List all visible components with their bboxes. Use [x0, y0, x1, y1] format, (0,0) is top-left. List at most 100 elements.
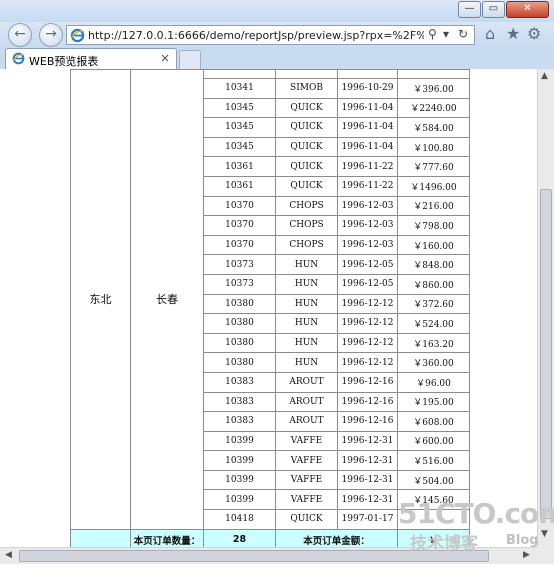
- amount-cell: ￥1496.00: [397, 175, 470, 197]
- order-date-cell: 1996-12-31: [337, 450, 398, 471]
- order-id-cell: 10383: [203, 411, 276, 432]
- search-icon[interactable]: ⚲: [428, 27, 437, 41]
- order-date-cell: 1996-11-04: [337, 117, 398, 138]
- table-row-partial: 东北 长春: [70, 69, 470, 530]
- amount-cell: ￥372.60: [397, 293, 470, 315]
- home-icon[interactable]: ⌂: [485, 24, 495, 43]
- ie-tab-icon: [12, 52, 25, 65]
- tab-bar: WEB预览报表 ×: [0, 48, 554, 69]
- order-date-cell: 1996-12-31: [337, 489, 398, 511]
- tab-title: WEB预览报表: [29, 55, 99, 68]
- order-date-cell: 1996-12-05: [337, 273, 398, 295]
- tab-web-preview-report[interactable]: WEB预览报表 ×: [5, 48, 177, 69]
- amount-cell: ￥798.00: [397, 215, 470, 236]
- amount-cell: ￥848.00: [397, 254, 470, 275]
- customer-cell: AROUT: [275, 391, 338, 413]
- order-id-cell: 10341: [203, 78, 276, 99]
- order-date-cell: 1996-10-29: [337, 78, 398, 99]
- amount-cell: ￥777.60: [397, 156, 470, 177]
- customer-cell: CHOPS: [275, 234, 338, 256]
- amount-cell: ￥216.00: [397, 195, 470, 217]
- customer-cell: HUN: [275, 293, 338, 315]
- customer-cell: HUN: [275, 254, 338, 275]
- order-id-cell: 10345: [203, 136, 276, 158]
- scroll-down-arrow-icon[interactable]: ▼: [541, 529, 548, 539]
- customer-cell: HUN: [275, 313, 338, 334]
- order-id-cell: 10373: [203, 273, 276, 295]
- order-id-cell: 10399: [203, 469, 276, 491]
- customer-cell: HUN: [275, 273, 338, 295]
- city-cell: 长春: [130, 69, 204, 530]
- region-cell: 东北: [70, 69, 131, 530]
- amount-cell: [397, 509, 470, 530]
- title-bar: — ▭ ✕: [0, 0, 554, 22]
- maximize-button[interactable]: ▭: [482, 1, 505, 18]
- order-id-cell: 10380: [203, 293, 276, 315]
- back-button[interactable]: ←: [8, 23, 32, 47]
- customer-cell: AROUT: [275, 411, 338, 432]
- order-date-cell: 1996-12-31: [337, 430, 398, 452]
- scroll-left-arrow-icon[interactable]: ◀: [5, 550, 12, 560]
- amount-cell: ￥584.00: [397, 117, 470, 138]
- order-id-cell: 10370: [203, 195, 276, 217]
- order-id-cell: 10373: [203, 254, 276, 275]
- customer-cell: HUN: [275, 352, 338, 373]
- order-id-cell: 10380: [203, 352, 276, 373]
- order-id-cell: 10361: [203, 156, 276, 177]
- minimize-button[interactable]: —: [458, 1, 481, 18]
- favorites-star-icon[interactable]: ★: [506, 24, 520, 43]
- customer-cell: QUICK: [275, 136, 338, 158]
- order-date-cell: 1996-12-16: [337, 411, 398, 432]
- scroll-right-arrow-icon[interactable]: ▶: [523, 550, 530, 560]
- amount-cell: ￥2240.00: [397, 97, 470, 119]
- scrollbar-corner: [537, 547, 554, 564]
- tools-gear-icon[interactable]: ⚙: [527, 24, 541, 43]
- address-bar[interactable]: http://127.0.0.1:6666/demo/reportJsp/pre…: [66, 25, 475, 45]
- order-date-cell: 1996-12-03: [337, 195, 398, 217]
- close-tab-icon[interactable]: ×: [160, 51, 170, 65]
- order-date-cell: 1996-12-03: [337, 234, 398, 256]
- close-window-button[interactable]: ✕: [506, 1, 549, 18]
- amount-cell: ￥600.00: [397, 430, 470, 452]
- amount-cell: ￥195.00: [397, 391, 470, 413]
- amount-cell: ￥516.00: [397, 450, 470, 471]
- refresh-icon[interactable]: ↻: [458, 27, 468, 41]
- order-date-cell: 1997-01-17: [337, 509, 398, 530]
- order-id-cell: 10418: [203, 509, 276, 530]
- order-id-cell: 10383: [203, 391, 276, 413]
- scroll-up-arrow-icon[interactable]: ▲: [541, 71, 548, 81]
- order-date-cell: 1996-12-12: [337, 313, 398, 334]
- customer-cell: QUICK: [275, 156, 338, 177]
- customer-cell: HUN: [275, 332, 338, 354]
- url-text[interactable]: http://127.0.0.1:6666/demo/reportJsp/pre…: [88, 29, 424, 42]
- order-id-cell: 10361: [203, 175, 276, 197]
- customer-cell: VAFFE: [275, 450, 338, 471]
- customer-cell: QUICK: [275, 509, 338, 530]
- forward-button[interactable]: →: [39, 23, 63, 47]
- vertical-scrollbar[interactable]: ▲ ▼: [537, 69, 554, 547]
- order-date-cell: 1996-11-22: [337, 175, 398, 197]
- order-id-cell: 10345: [203, 117, 276, 138]
- order-id-cell: 10345: [203, 97, 276, 119]
- address-dropdown-icon[interactable]: ▾: [443, 27, 449, 41]
- vertical-scroll-thumb[interactable]: [540, 189, 552, 519]
- horizontal-scroll-thumb[interactable]: [19, 550, 489, 562]
- amount-cell: ￥100.80: [397, 136, 470, 158]
- order-date-cell: 1996-11-22: [337, 156, 398, 177]
- amount-cell: ￥504.00: [397, 469, 470, 491]
- order-date-cell: 1996-11-04: [337, 136, 398, 158]
- customer-cell: VAFFE: [275, 489, 338, 511]
- amount-cell: ￥608.00: [397, 411, 470, 432]
- order-id-cell: 10399: [203, 430, 276, 452]
- amount-cell: ￥524.00: [397, 313, 470, 334]
- customer-cell: CHOPS: [275, 215, 338, 236]
- customer-cell: QUICK: [275, 97, 338, 119]
- order-date-cell: 1996-11-04: [337, 97, 398, 119]
- horizontal-scrollbar[interactable]: ◀ ▶: [0, 547, 537, 564]
- customer-cell: VAFFE: [275, 469, 338, 491]
- page-content: 东北 长春 10341 SIMOB 1996-10-29 ￥396.00 10345 QU…: [0, 69, 554, 569]
- order-id-cell: 10399: [203, 489, 276, 511]
- order-date-cell: 1996-12-12: [337, 332, 398, 354]
- new-tab-button[interactable]: [179, 50, 201, 69]
- order-date-cell: 1996-12-12: [337, 352, 398, 373]
